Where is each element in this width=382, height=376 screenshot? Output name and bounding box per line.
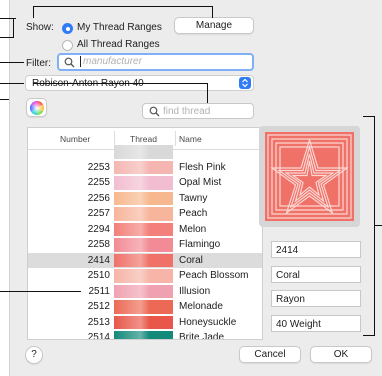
radio-my-thread-ranges[interactable]: [62, 23, 73, 34]
table-row[interactable]: 2257 Peach: [28, 206, 262, 222]
thread-color-swatch: [114, 331, 173, 339]
thread-name-cell: Honeysuckle: [179, 316, 237, 328]
thread-color-swatch: [114, 191, 173, 205]
star-preview-image: [265, 132, 354, 221]
thread-preview-frame: [259, 126, 360, 227]
callout-line: [33, 6, 34, 18]
table-row[interactable]: 2253 Flesh Pink: [28, 160, 262, 176]
callout-line: [0, 99, 9, 100]
thread-name-cell: Flamingo: [179, 239, 221, 250]
callout-line: [0, 83, 24, 84]
thread-weight-field[interactable]: 40 Weight: [271, 315, 361, 332]
thread-color-swatch: [114, 300, 173, 314]
help-button[interactable]: ?: [25, 346, 43, 364]
manage-button[interactable]: Manage: [174, 17, 254, 34]
ok-button[interactable]: OK: [310, 346, 372, 363]
color-wheel-icon: [30, 101, 44, 115]
text-caret: [80, 56, 81, 67]
thread-type-value: Rayon: [276, 294, 305, 305]
color-picker-button[interactable]: [26, 98, 47, 117]
thread-color-swatch: [114, 160, 173, 174]
filter-label: Filter:: [26, 58, 51, 69]
callout-line: [0, 37, 14, 38]
thread-color-swatch: [114, 238, 173, 252]
table-row[interactable]: 2512 Melonade: [28, 299, 262, 315]
callout-line: [33, 6, 213, 7]
callout-line: [375, 225, 382, 226]
search-icon: [64, 57, 75, 68]
filter-field[interactable]: manufacturer: [57, 53, 254, 71]
thread-number-cell: 2514: [87, 332, 110, 340]
thread-number-value: 2414: [276, 245, 299, 256]
thread-name-field[interactable]: Coral: [271, 266, 361, 283]
radio-my-thread-ranges-label[interactable]: My Thread Ranges: [77, 22, 162, 33]
callout-line: [212, 6, 213, 18]
thread-number-cell: 2257: [87, 208, 110, 219]
callout-line: [0, 62, 24, 63]
thread-number-field[interactable]: 2414: [271, 241, 361, 258]
thread-number-cell: 2513: [87, 316, 110, 328]
thread-number-cell: 2256: [87, 192, 110, 204]
thread-name-cell: Brite Jade: [179, 332, 225, 340]
table-row[interactable]: 2256 Tawny: [28, 191, 262, 207]
callout-line: [13, 19, 14, 38]
thread-name-cell: Melon: [179, 223, 207, 235]
callout-line: [363, 335, 375, 336]
thread-number-cell: 2255: [87, 177, 110, 188]
thread-number-cell: 2512: [87, 301, 110, 312]
table-row[interactable]: 2258 Flamingo: [28, 237, 262, 253]
callout-line: [207, 84, 208, 103]
search-icon: [149, 106, 160, 117]
table-row[interactable]: 2414 Coral: [28, 252, 262, 268]
thread-name-cell: Flesh Pink: [179, 161, 226, 173]
thread-color-swatch: [114, 253, 173, 267]
chevron-updown-icon: [239, 77, 251, 89]
table-row[interactable]: 2513 Honeysuckle: [28, 315, 262, 331]
thread-name-cell: Coral: [179, 254, 203, 266]
find-thread-field[interactable]: find thread: [142, 103, 254, 119]
radio-all-thread-ranges-label[interactable]: All Thread Ranges: [77, 39, 160, 50]
table-row[interactable]: [28, 144, 262, 160]
callout-line: [0, 291, 81, 292]
thread-color-swatch: [114, 315, 173, 329]
cancel-button[interactable]: Cancel: [239, 346, 301, 363]
thread-color-swatch: [114, 145, 173, 159]
thread-name-value: Coral: [276, 270, 300, 281]
thread-name-cell: Melonade: [179, 301, 223, 312]
filter-input[interactable]: manufacturer: [83, 56, 142, 67]
thread-name-cell: Opal Mist: [179, 177, 222, 188]
thread-color-swatch: [114, 207, 173, 221]
table-row[interactable]: 2294 Melon: [28, 222, 262, 238]
column-header-number[interactable]: Number: [60, 134, 90, 144]
callout-line: [33, 83, 208, 84]
thread-name-cell: Peach: [179, 208, 208, 219]
thread-weight-value: 40 Weight: [276, 319, 321, 330]
thread-table[interactable]: Number Thread Name 2253 Flesh Pink 2255 Opa…: [27, 127, 263, 340]
thread-color-swatch: [114, 269, 173, 283]
thread-number-cell: 2253: [87, 161, 110, 173]
thread-name-cell: Tawny: [179, 192, 208, 204]
thread-name-cell: Illusion: [179, 285, 211, 297]
column-header-thread[interactable]: Thread: [130, 134, 157, 144]
thread-number-cell: 2294: [87, 223, 110, 235]
thread-name-cell: Peach Blossom: [179, 270, 249, 281]
thread-color-swatch: [114, 176, 173, 190]
table-row[interactable]: 2514 Brite Jade: [28, 330, 262, 340]
thread-type-field[interactable]: Rayon: [271, 290, 361, 307]
show-label: Show:: [26, 22, 54, 33]
table-row[interactable]: 2510 Peach Blossom: [28, 268, 262, 284]
radio-all-thread-ranges[interactable]: [62, 40, 73, 51]
thread-number-cell: 2414: [87, 254, 110, 266]
thread-number-cell: 2510: [87, 270, 110, 281]
find-thread-input[interactable]: find thread: [163, 106, 210, 117]
column-header-name[interactable]: Name: [179, 134, 202, 144]
thread-dialog: Show: My Thread Ranges All Thread Ranges…: [9, 0, 382, 376]
thread-number-cell: 2258: [87, 239, 110, 250]
table-row[interactable]: 2255 Opal Mist: [28, 175, 262, 191]
thread-color-swatch: [114, 222, 173, 236]
thread-color-swatch: [114, 284, 173, 298]
